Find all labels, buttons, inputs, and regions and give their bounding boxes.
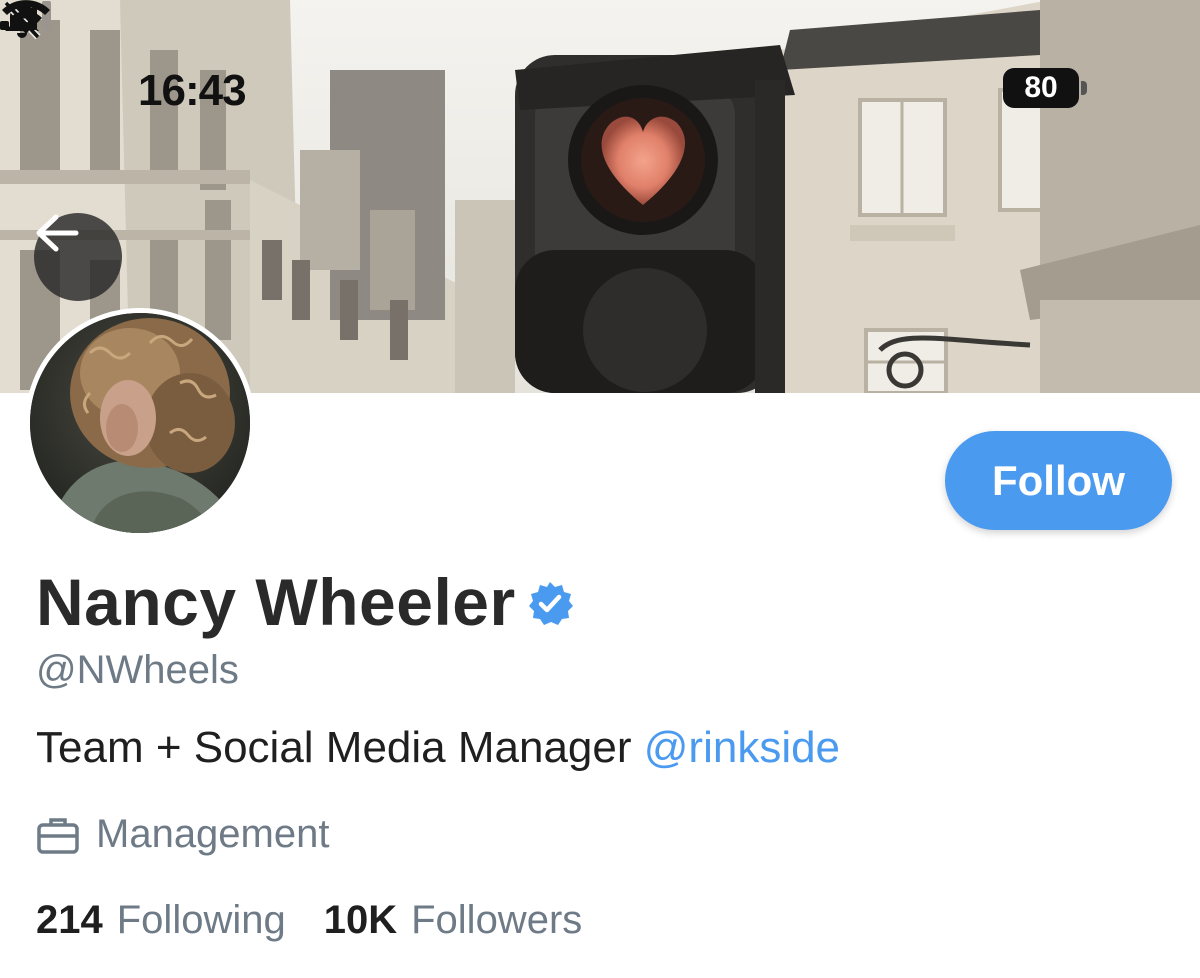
battery-body: 80 (1003, 68, 1079, 108)
follow-button[interactable]: Follow (945, 431, 1172, 530)
following-label: Following (116, 898, 286, 942)
followers-count: 10K (323, 898, 398, 942)
status-time: 16:43 (138, 66, 247, 115)
following-stat[interactable]: 214 Following (36, 898, 286, 943)
bio-mention-link[interactable]: @rinkside (644, 723, 840, 772)
arrow-left-icon (36, 214, 79, 252)
display-name: Nancy Wheeler (36, 565, 516, 639)
category-label: Management (96, 812, 330, 856)
battery-cap (1081, 81, 1087, 95)
follow-stats: 214 Following 10K Followers (36, 898, 582, 943)
user-handle: @NWheels (36, 648, 239, 692)
battery-icon: 80 (1003, 68, 1087, 108)
professional-category: Management (36, 812, 329, 857)
followers-label: Followers (411, 898, 583, 942)
briefcase-icon (37, 817, 79, 854)
bio: Team + Social Media Manager @rinkside (36, 723, 840, 773)
verified-badge-icon[interactable] (526, 580, 574, 628)
bio-text: Team + Social Media Manager (36, 723, 644, 772)
back-button[interactable] (34, 213, 122, 301)
wifi-icon (2, 0, 50, 34)
display-name-row: Nancy Wheeler (36, 565, 574, 639)
avatar[interactable] (25, 308, 255, 538)
followers-stat[interactable]: 10K Followers (324, 898, 583, 943)
following-count: 214 (36, 898, 103, 942)
battery-level: 80 (1024, 71, 1058, 104)
avatar-image (30, 313, 250, 533)
